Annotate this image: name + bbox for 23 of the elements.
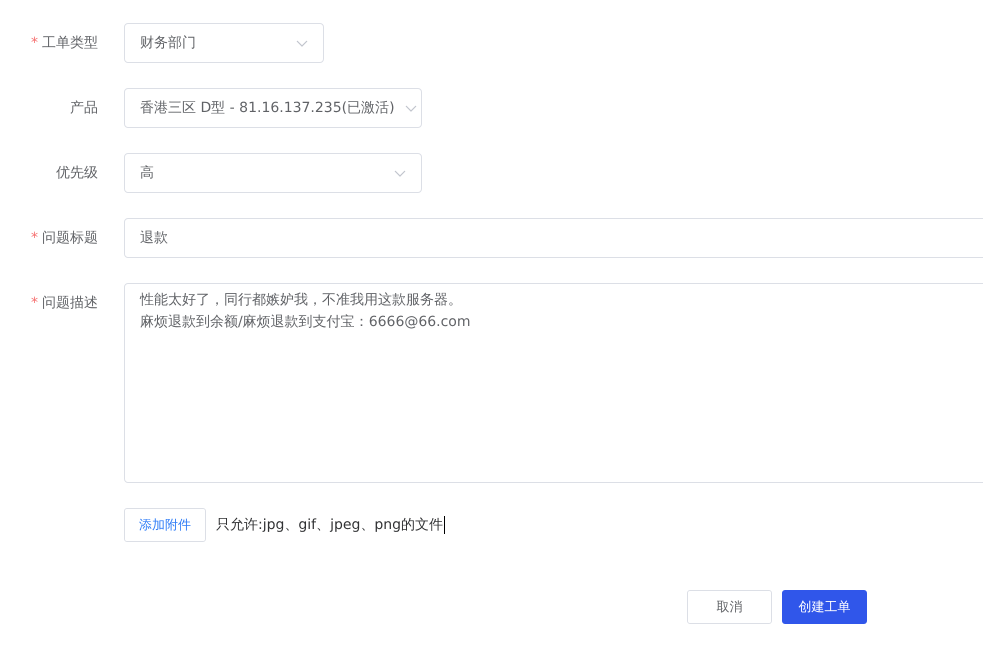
chevron-down-icon	[404, 104, 417, 112]
chevron-down-icon	[296, 40, 308, 46]
required-asterisk: *	[31, 35, 38, 51]
field-label: 问题描述	[42, 294, 98, 312]
add-attachment-button[interactable]: 添加附件	[124, 508, 206, 542]
select-field[interactable]: 财务部门	[124, 23, 324, 63]
create-button[interactable]: 创建工单	[782, 590, 867, 624]
field-label: 优先级	[56, 164, 98, 182]
select-field[interactable]: 香港三区 D型 - 81.16.137.235(已激活)	[124, 88, 422, 128]
field-label: 工单类型	[42, 34, 98, 52]
textarea-field[interactable]: 性能太好了，同行都嫉妒我，不准我用这款服务器。 麻烦退款到余额/麻烦退款到支付宝：6666@66.com	[124, 283, 983, 483]
select-field[interactable]: 高	[124, 153, 422, 193]
input-field[interactable]: 退款	[124, 218, 983, 258]
cancel-button[interactable]: 取消	[687, 590, 772, 624]
text-cursor	[444, 516, 446, 534]
field-label: 问题标题	[42, 229, 98, 247]
chevron-down-icon	[394, 170, 406, 176]
field-label: 产品	[70, 99, 98, 117]
required-asterisk: *	[31, 230, 38, 246]
required-asterisk: *	[31, 295, 38, 311]
file-type-note: 只允许:jpg、gif、jpeg、png的文件	[216, 516, 444, 534]
description-line: 麻烦退款到余额/麻烦退款到支付宝：6666@66.com	[140, 313, 471, 332]
description-line: 性能太好了，同行都嫉妒我，不准我用这款服务器。	[140, 291, 462, 310]
